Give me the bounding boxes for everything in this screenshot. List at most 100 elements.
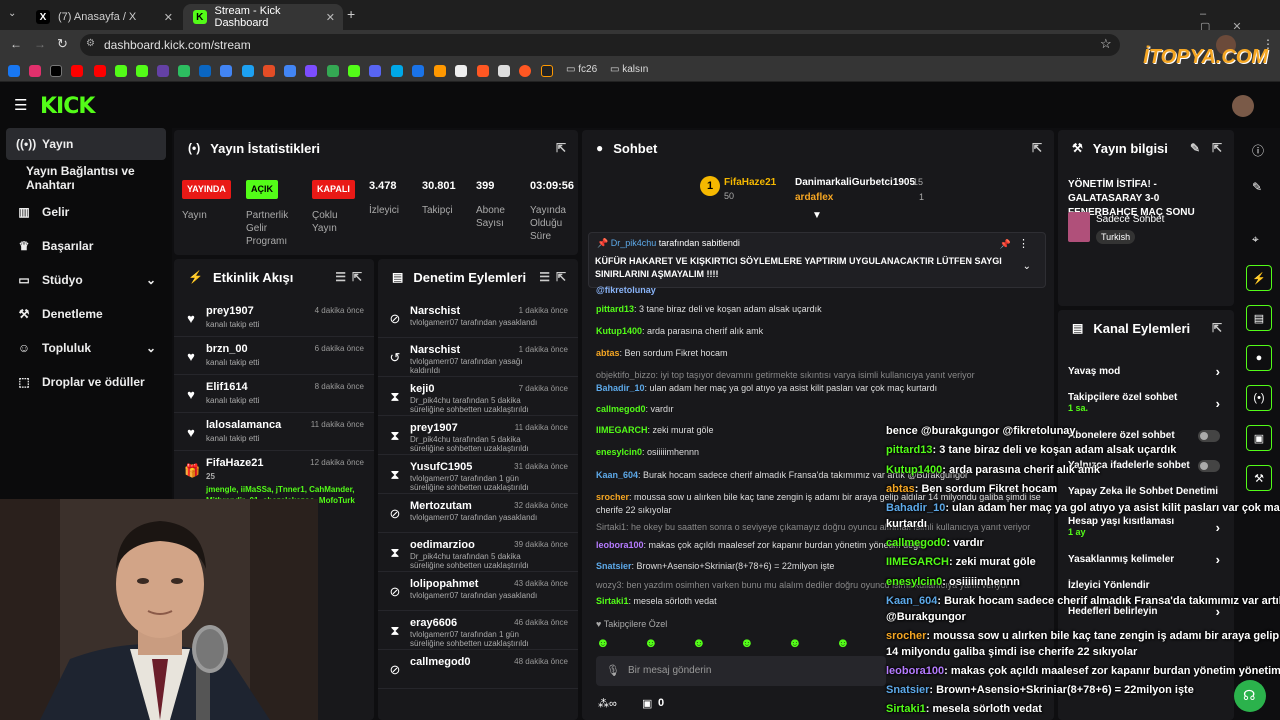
linkedin-icon[interactable] [199, 65, 211, 77]
bookmark-icon[interactable] [242, 65, 254, 77]
chat-username[interactable]: @fikretolunay [596, 285, 656, 295]
top-gifter-name[interactable]: ardaflex [795, 192, 833, 203]
popout-icon[interactable]: ⇱ [556, 141, 566, 155]
bookmark-star-icon[interactable]: ☆ [1100, 36, 1112, 52]
sidebar-item-studyo[interactable]: ▭ Stüdyo ⌄ [6, 264, 166, 296]
chat-username[interactable]: abtas [596, 348, 620, 358]
bookmark-icon[interactable] [284, 65, 296, 77]
gift-box-icon[interactable]: ▣ [642, 697, 652, 710]
bookmark-icon[interactable] [412, 65, 424, 77]
browser-tab-x[interactable]: X (7) Anasayfa / X ✕ [26, 4, 181, 30]
bookmark-folder-kalsin[interactable]: ▭ kalsın [610, 64, 648, 75]
bookmark-icon[interactable] [477, 65, 489, 77]
chevron-down-icon[interactable]: ⌄ [1023, 261, 1031, 272]
chat-username[interactable]: IIMEGARCH [596, 425, 648, 435]
bookmark-icon[interactable] [498, 65, 510, 77]
chat-username[interactable]: Snatsier [596, 561, 632, 571]
youtube-icon[interactable] [71, 65, 83, 77]
quick-action-lightning[interactable]: ⚡ [1246, 265, 1272, 291]
popout-icon[interactable]: ⇱ [556, 270, 566, 284]
more-icon[interactable]: ⋮ [1018, 237, 1029, 250]
sidebar-item-stream-key[interactable]: Yayın Bağlantısı ve Anahtarı [6, 162, 166, 194]
toggle-switch[interactable] [1198, 460, 1220, 472]
sidebar-item-basarilar[interactable]: ♛ Başarılar [6, 230, 166, 262]
emote-icon[interactable]: ☻ [596, 635, 610, 650]
info-icon[interactable]: ⓘ [1252, 142, 1264, 159]
sidebar-item-denetleme[interactable]: ⚒ Denetleme [6, 298, 166, 330]
top-gifter-name[interactable]: FifaHaze21 [724, 177, 776, 188]
new-tab-icon[interactable]: + [347, 6, 355, 22]
quick-action-broadcast[interactable]: (•) [1246, 385, 1272, 411]
bookmark-icon[interactable] [305, 65, 317, 77]
bookmark-icon[interactable] [348, 65, 360, 77]
focus-icon[interactable]: ⌖ [1252, 232, 1259, 247]
site-info-icon[interactable]: ⚙ [86, 38, 95, 49]
quick-action-chat[interactable]: ● [1246, 345, 1272, 371]
popout-icon[interactable]: ⇱ [1212, 321, 1222, 335]
chat-username[interactable]: callmegod0 [596, 404, 646, 414]
filter-icon[interactable]: ☰ [539, 270, 550, 284]
bookmark-folder-fc26[interactable]: ▭ fc26 [566, 64, 597, 75]
emote-icon[interactable]: ☻ [740, 635, 754, 650]
chat-username[interactable]: srocher [596, 492, 629, 502]
reload-icon[interactable]: ↻ [57, 36, 68, 52]
emote-icon[interactable]: ☻ [836, 635, 850, 650]
bookmark-icon[interactable] [455, 65, 467, 77]
quick-action-layout[interactable]: ▣ [1246, 425, 1272, 451]
user-avatar[interactable] [1232, 95, 1254, 117]
bookmark-icon[interactable] [263, 65, 275, 77]
top-gifter-name[interactable]: DanimarkaliGurbetci1905 [795, 177, 915, 188]
chat-username[interactable]: Kutup1400 [596, 326, 642, 336]
bookmark-icon[interactable] [434, 65, 446, 77]
chat-username[interactable]: Bahadir_10 [596, 383, 645, 393]
youtube-icon[interactable] [94, 65, 106, 77]
close-icon[interactable]: ✕ [164, 11, 173, 24]
bookmark-icon[interactable] [327, 65, 339, 77]
quick-action-tools[interactable]: ⚒ [1246, 465, 1272, 491]
bookmark-icon[interactable] [178, 65, 190, 77]
bookmark-icon[interactable] [391, 65, 403, 77]
action-slow-mode[interactable]: Yavaş mod › [1068, 364, 1222, 379]
facebook-icon[interactable] [8, 65, 20, 77]
action-banned-words[interactable]: Yasaklanmış kelimeler › [1068, 552, 1222, 567]
hamburger-icon[interactable]: ☰ [14, 96, 27, 114]
sidebar-item-gelir[interactable]: ▥ Gelir [6, 196, 166, 228]
instagram-icon[interactable] [29, 65, 41, 77]
close-icon[interactable]: ✕ [326, 11, 335, 24]
quick-action-notes[interactable]: ▤ [1246, 305, 1272, 331]
microphone-icon[interactable]: 🎙 [606, 664, 620, 677]
sidebar-item-topluluk[interactable]: ☺ Topluluk ⌄ [6, 332, 166, 364]
action-raid[interactable]: İzleyici Yönlendir [1068, 580, 1222, 591]
kick-icon[interactable] [136, 65, 148, 77]
tab-list-icon[interactable]: ⌄ [8, 8, 16, 19]
unpin-icon[interactable]: 📌 [1000, 239, 1011, 250]
filter-icon[interactable]: ☰ [335, 270, 346, 284]
chat-username[interactable]: Kaan_604 [596, 470, 638, 480]
url-field[interactable]: dashboard.kick.com/stream [80, 34, 1120, 56]
sidebar-item-droplar[interactable]: ⬚ Droplar ve ödüller [6, 366, 166, 398]
support-button[interactable]: ☊ [1234, 680, 1266, 712]
chat-username[interactable]: pittard13 [596, 304, 634, 314]
bookmark-icon[interactable] [220, 65, 232, 77]
chevron-down-icon[interactable]: ▼ [812, 210, 822, 221]
edit-icon[interactable]: ✎ [1190, 141, 1200, 155]
browser-tab-kick[interactable]: K Stream - Kick Dashboard ✕ [183, 4, 343, 30]
sidebar-item-yayin[interactable]: ((•)) Yayın [6, 128, 166, 160]
chat-username[interactable]: leobora100 [596, 540, 644, 550]
toggle-switch[interactable] [1198, 430, 1220, 442]
chat-username[interactable]: Sirtaki1 [596, 596, 629, 606]
pencil-icon[interactable]: ✎ [1252, 180, 1262, 194]
popout-icon[interactable]: ⇱ [352, 270, 362, 284]
emote-icon[interactable]: ☻ [692, 635, 706, 650]
x-icon[interactable] [50, 65, 62, 77]
bookmark-icon[interactable] [369, 65, 381, 77]
popout-icon[interactable]: ⇱ [1212, 141, 1222, 155]
stream-category[interactable]: Sadece Sohbet [1096, 214, 1164, 225]
action-followers-only[interactable]: Takipçilere özel sohbet 1 sa. › [1068, 392, 1222, 414]
twitch-icon[interactable] [157, 65, 169, 77]
action-ai-moderation[interactable]: Yapay Zeka ile Sohbet Denetimi [1068, 486, 1222, 497]
bookmark-icon[interactable] [541, 65, 553, 77]
connections-icon[interactable]: ⁂∞ [598, 697, 617, 710]
action-subscribers-only[interactable]: Abonelere özel sohbet [1068, 430, 1222, 442]
forward-icon[interactable]: → [34, 37, 46, 51]
